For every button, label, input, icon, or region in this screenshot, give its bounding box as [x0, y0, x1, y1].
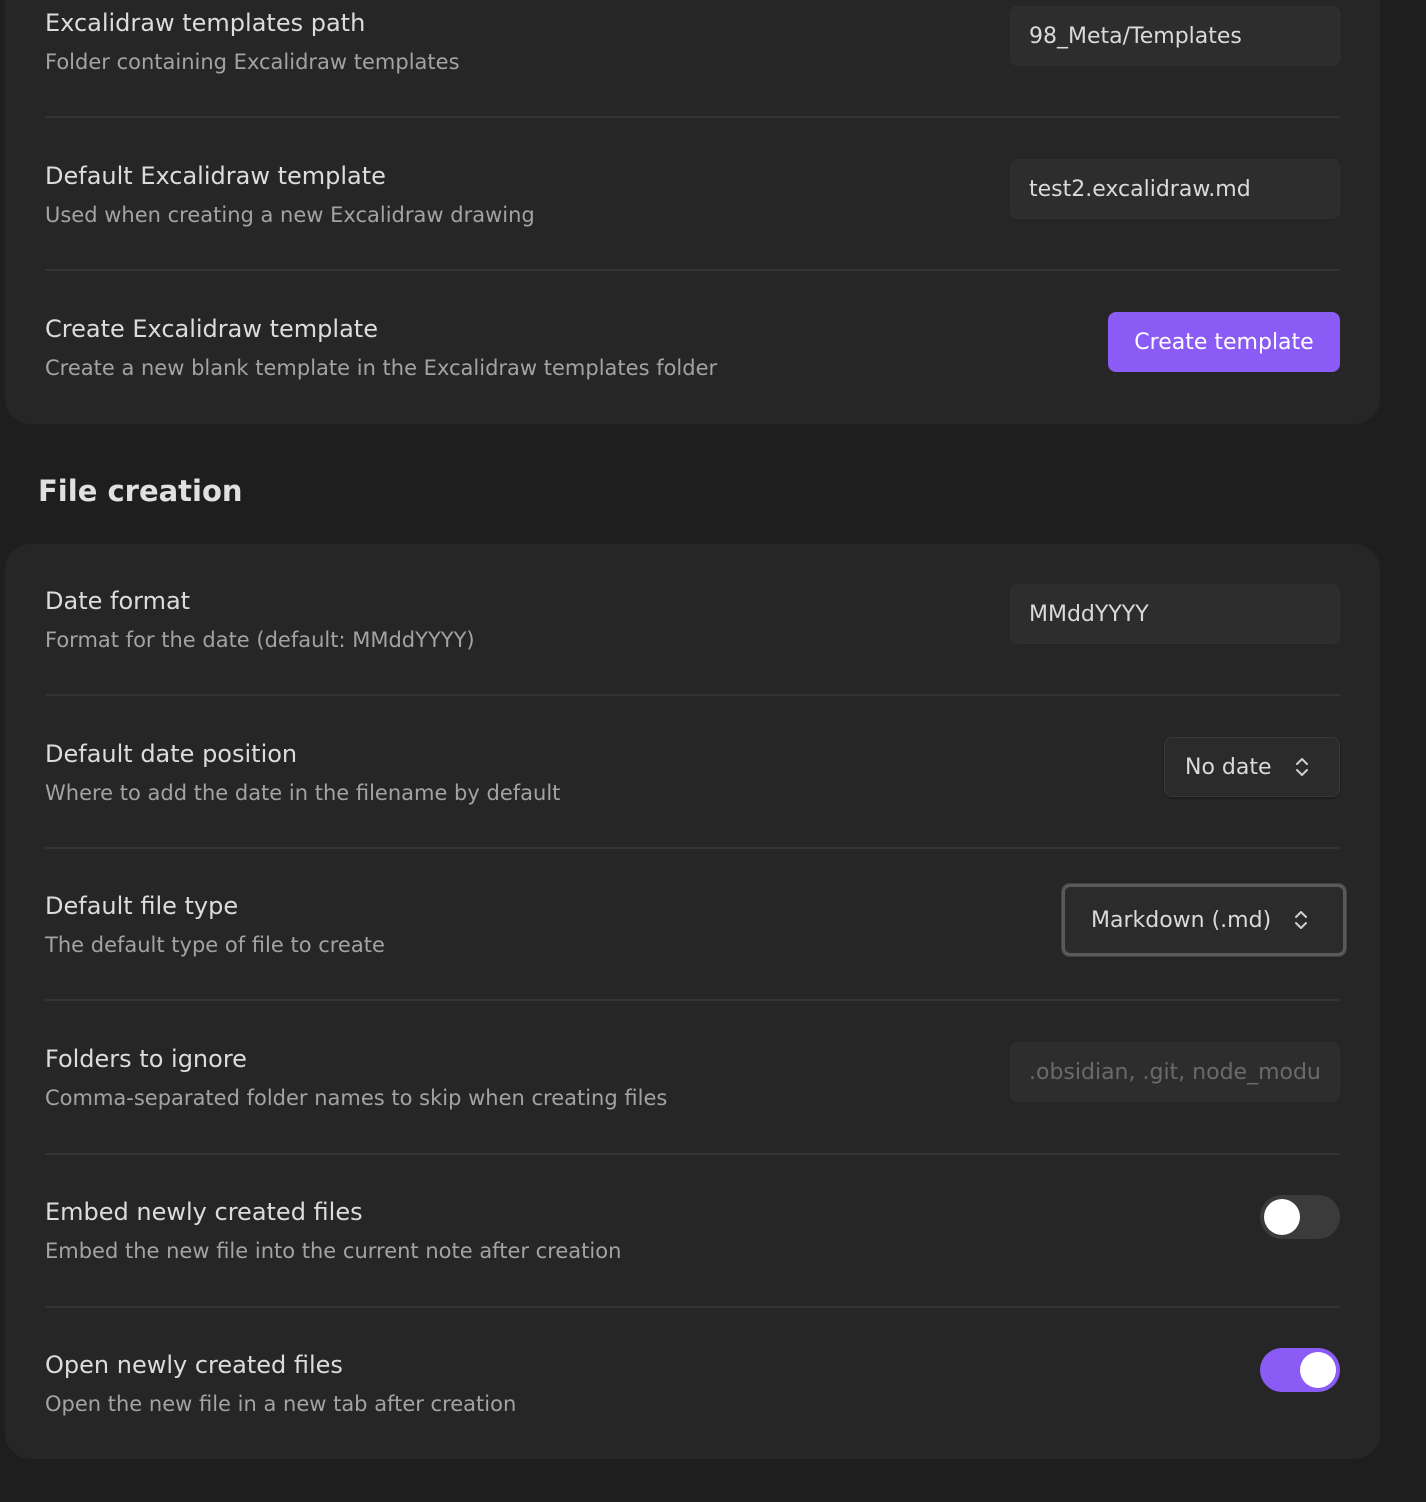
setting-title: Create Excalidraw template — [45, 315, 378, 343]
chevron-up-down-icon — [1295, 911, 1308, 929]
section-heading-file-creation: File creation — [38, 474, 243, 508]
create-template-button[interactable]: Create template — [1108, 312, 1340, 372]
setting-open-files: Open newly created files Open the new fi… — [45, 1348, 1340, 1502]
setting-embed-files: Embed newly created files Embed the new … — [45, 1195, 1340, 1349]
divider — [45, 1153, 1340, 1155]
date-format-input[interactable] — [1010, 584, 1340, 644]
setting-date-format: Date format Format for the date (default… — [45, 584, 1340, 737]
date-position-select[interactable]: No date — [1164, 737, 1340, 797]
setting-templates-path: Excalidraw templates path Folder contain… — [45, 0, 1340, 153]
setting-title: Default Excalidraw template — [45, 162, 386, 190]
setting-title: Open newly created files — [45, 1351, 343, 1379]
divider — [45, 847, 1340, 849]
setting-description: Open the new file in a new tab after cre… — [45, 1392, 517, 1416]
chevron-up-down-icon — [1295, 758, 1308, 776]
setting-title: Excalidraw templates path — [45, 9, 366, 37]
setting-title: Date format — [45, 587, 191, 615]
open-files-toggle[interactable] — [1260, 1348, 1340, 1392]
divider — [45, 694, 1340, 696]
divider — [45, 116, 1340, 118]
setting-description: Folder containing Excalidraw templates — [45, 50, 460, 74]
setting-create-template: Create Excalidraw template Create a new … — [45, 306, 1340, 459]
setting-description: Comma-separated folder names to skip whe… — [45, 1086, 668, 1110]
file-creation-card: Date format Format for the date (default… — [5, 544, 1380, 1459]
toggle-knob — [1300, 1352, 1336, 1388]
divider — [45, 999, 1340, 1001]
setting-description: Create a new blank template in the Excal… — [45, 356, 718, 380]
setting-description: Where to add the date in the filename by… — [45, 781, 561, 805]
select-value: Markdown (.md) — [1091, 907, 1272, 933]
setting-default-template: Default Excalidraw template Used when cr… — [45, 153, 1340, 306]
setting-title: Folders to ignore — [45, 1045, 247, 1073]
toggle-knob — [1264, 1199, 1300, 1235]
folders-ignore-input[interactable] — [1010, 1042, 1340, 1102]
templates-path-input[interactable] — [1010, 6, 1340, 66]
default-template-input[interactable] — [1010, 159, 1340, 219]
setting-title: Default file type — [45, 892, 239, 920]
setting-title: Embed newly created files — [45, 1198, 363, 1226]
embed-files-toggle[interactable] — [1260, 1195, 1340, 1239]
templates-settings-card: Excalidraw templates path Folder contain… — [5, 0, 1380, 424]
setting-title: Default date position — [45, 740, 298, 768]
setting-description: Used when creating a new Excalidraw draw… — [45, 203, 535, 227]
setting-description: The default type of file to create — [45, 933, 385, 957]
setting-description: Embed the new file into the current note… — [45, 1239, 622, 1263]
setting-description: Format for the date (default: MMddYYYY) — [45, 628, 475, 652]
select-value: No date — [1185, 754, 1272, 780]
setting-folders-ignore: Folders to ignore Comma-separated folder… — [45, 1042, 1340, 1195]
setting-file-type: Default file type The default type of fi… — [45, 884, 1346, 1043]
file-type-select[interactable]: Markdown (.md) — [1062, 884, 1346, 956]
divider — [45, 1306, 1340, 1308]
setting-date-position: Default date position Where to add the d… — [45, 737, 1340, 890]
divider — [45, 269, 1340, 271]
